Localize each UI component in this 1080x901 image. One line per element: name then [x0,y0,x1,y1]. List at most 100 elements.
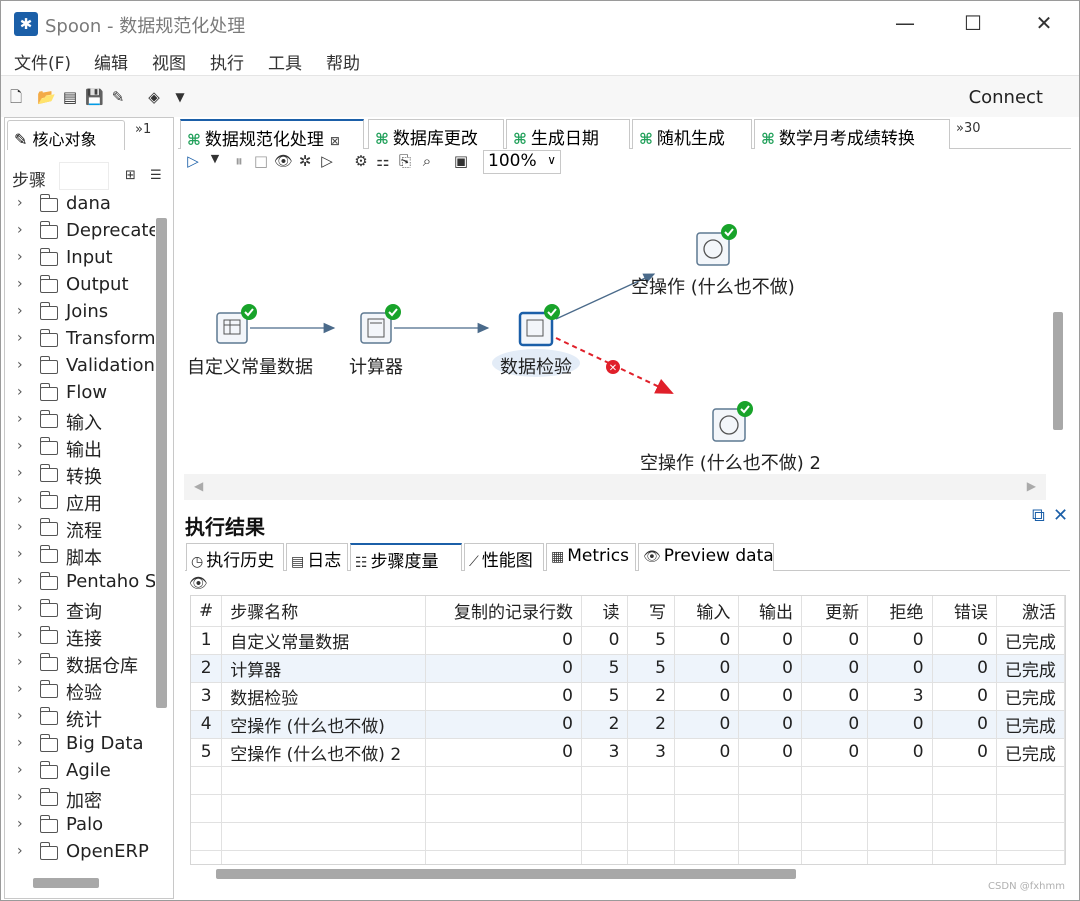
chevron-right-icon[interactable]: › [17,789,23,805]
list-item[interactable]: › Deprecated [5,219,155,246]
left-vertical-scrollbar[interactable] [156,218,167,708]
chevron-right-icon[interactable]: › [17,330,23,346]
tab-math-scores[interactable]: ⌘ 数学月考成绩转换 [754,119,950,149]
tab-log[interactable]: ▤ 日志 [286,543,348,571]
table-row[interactable]: 1 自定义常量数据 0 0 5 0 0 0 0 0 已完成 [191,626,1065,655]
chevron-right-icon[interactable]: › [17,600,23,616]
chevron-right-icon[interactable]: › [17,735,23,751]
chevron-right-icon[interactable]: › [17,843,23,859]
list-item[interactable]: › OpenERP [5,840,155,867]
replay-icon[interactable]: ▷ [318,152,336,172]
explore-repository-icon[interactable]: ▤ [61,88,79,106]
node-label-constant-data[interactable]: 自定义常量数据 [187,353,313,379]
zoom-select[interactable]: 100% ∨ [483,150,561,174]
menu-view[interactable]: 视图 [152,49,186,74]
tab-core-objects[interactable]: ✎ 核心对象 [7,120,125,150]
menu-file[interactable]: 文件(F) [14,49,71,74]
chevron-down-icon[interactable]: ▼ [171,88,189,106]
editor-tabs-more[interactable]: »30 [956,121,981,136]
chevron-right-icon[interactable]: › [17,708,23,724]
tab-step-metrics[interactable]: ☷ 步骤度量 [350,543,462,572]
chevron-right-icon[interactable]: › [17,384,23,400]
column-header[interactable]: 读 [581,596,629,627]
run-icon[interactable]: ▷ [184,152,202,172]
run-options-icon[interactable]: ▼ [206,152,224,172]
list-item[interactable]: › Palo [5,813,155,840]
detach-icon[interactable]: ⧉ [1032,505,1045,526]
expand-all-icon[interactable]: ⊞ [125,168,136,183]
verify-icon[interactable]: ⚙ [352,152,370,172]
tab-random-generate[interactable]: ⌘ 随机生成 [632,119,752,149]
chevron-right-icon[interactable]: › [17,654,23,670]
save-as-icon[interactable]: ✎ [109,88,127,106]
list-item[interactable]: › 统计 [5,705,155,732]
tab-data-normalization[interactable]: ⌘ 数据规范化处理 ⊠ [180,119,364,150]
layers-icon[interactable]: ◈ [145,88,163,106]
scroll-right-icon[interactable]: ▶ [1027,479,1036,493]
show-results-icon[interactable]: ▣ [452,152,470,172]
chevron-right-icon[interactable]: › [17,546,23,562]
list-item[interactable]: › 流程 [5,516,155,543]
connect-button[interactable]: Connect [969,87,1043,108]
list-item[interactable]: › Agile [5,759,155,786]
node-label-calculator[interactable]: 计算器 [349,353,403,379]
debug-icon[interactable]: ✲ [296,152,314,172]
chevron-right-icon[interactable]: › [17,762,23,778]
list-item[interactable]: › 应用 [5,489,155,516]
column-header[interactable]: 输入 [674,596,740,627]
tab-generate-date[interactable]: ⌘ 生成日期 [506,119,630,149]
list-item[interactable]: › 加密 [5,786,155,813]
sql-icon[interactable]: ⎘ [396,152,414,172]
list-item[interactable]: › Big Data [5,732,155,759]
chevron-right-icon[interactable]: › [17,411,23,427]
close-icon[interactable]: ⊠ [330,134,340,148]
stop-icon[interactable]: □ [252,152,270,172]
list-item[interactable]: › dana [5,192,155,219]
chevron-right-icon[interactable]: › [17,816,23,832]
list-item[interactable]: › 输入 [5,408,155,435]
list-item[interactable]: › 检验 [5,678,155,705]
chevron-right-icon[interactable]: › [17,573,23,589]
minimize-icon[interactable]: — [887,9,923,37]
column-header[interactable]: 更新 [801,596,869,627]
list-item[interactable]: › Input [5,246,155,273]
explore-db-icon[interactable]: ⌕ [418,152,436,172]
table-row[interactable]: 5 空操作 (什么也不做) 2 0 3 3 0 0 0 0 0 已完成 [191,738,1065,767]
chevron-right-icon[interactable]: › [17,681,23,697]
menu-help[interactable]: 帮助 [326,49,360,74]
tab-performance-chart[interactable]: ⟋ 性能图 [464,543,544,571]
table-row[interactable]: 3 数据检验 0 5 2 0 0 0 3 0 已完成 [191,682,1065,711]
scroll-left-icon[interactable]: ◀ [194,479,203,493]
chevron-right-icon[interactable]: › [17,627,23,643]
save-icon[interactable]: 💾 [85,88,104,106]
close-results-icon[interactable]: ✕ [1053,505,1068,526]
left-tabs-more[interactable]: »1 [135,122,151,137]
list-item[interactable]: › 连接 [5,624,155,651]
tab-metrics[interactable]: ▦ Metrics [546,543,636,571]
node-label-dummy[interactable]: 空操作 (什么也不做) [631,273,795,299]
column-header[interactable]: 步骤名称 [221,596,427,627]
tab-execution-history[interactable]: ◷ 执行历史 [186,543,284,571]
list-item[interactable]: › 脚本 [5,543,155,570]
list-item[interactable]: › Transform [5,327,155,354]
column-header[interactable]: 输出 [738,596,802,627]
chevron-right-icon[interactable]: › [17,303,23,319]
chevron-right-icon[interactable]: › [17,465,23,481]
impact-icon[interactable]: ⚏ [374,152,392,172]
list-item[interactable]: › 数据仓库 [5,651,155,678]
column-header[interactable]: # [191,596,223,627]
preview-icon[interactable]: 👁 [274,152,293,172]
column-header[interactable]: 激活 [996,596,1065,627]
menu-tools[interactable]: 工具 [268,49,302,74]
chevron-right-icon[interactable]: › [17,492,23,508]
node-label-data-validator[interactable]: 数据检验 [500,353,572,379]
chevron-right-icon[interactable]: › [17,519,23,535]
column-header[interactable]: 拒绝 [867,596,933,627]
chevron-right-icon[interactable]: › [17,276,23,292]
list-item[interactable]: › 输出 [5,435,155,462]
chevron-right-icon[interactable]: › [17,438,23,454]
column-header[interactable]: 写 [627,596,675,627]
list-item[interactable]: › Validation [5,354,155,381]
steps-search-input[interactable] [59,162,109,190]
list-item[interactable]: › 查询 [5,597,155,624]
